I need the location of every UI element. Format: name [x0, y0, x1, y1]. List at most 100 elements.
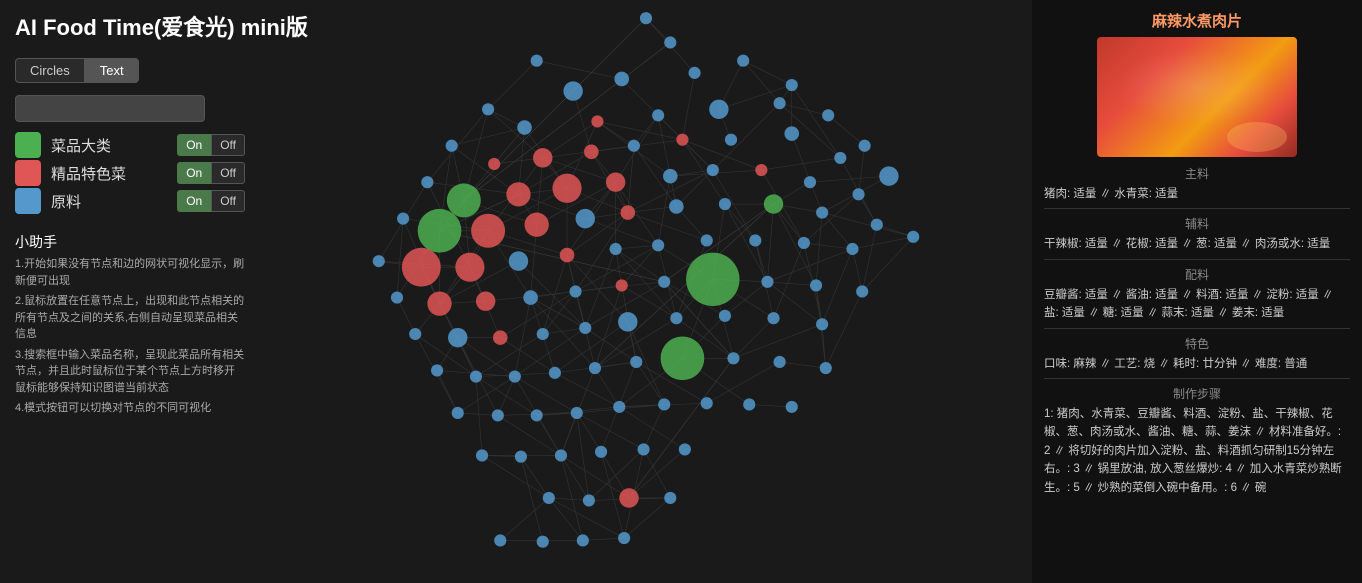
graph-node[interactable] — [517, 120, 532, 135]
graph-node[interactable] — [606, 172, 625, 191]
graph-node[interactable] — [476, 292, 495, 311]
circles-button[interactable]: Circles — [15, 58, 85, 83]
graph-node[interactable] — [533, 148, 552, 167]
graph-node[interactable] — [618, 532, 630, 544]
graph-node[interactable] — [448, 328, 467, 347]
graph-node[interactable] — [749, 234, 761, 246]
graph-node[interactable] — [719, 310, 731, 322]
graph-node[interactable] — [664, 492, 676, 504]
graph-node[interactable] — [852, 188, 864, 200]
graph-node[interactable] — [525, 213, 549, 237]
graph-node[interactable] — [452, 407, 464, 419]
graph-node[interactable] — [552, 174, 581, 203]
graph-node[interactable] — [537, 328, 549, 340]
graph-node[interactable] — [816, 318, 828, 330]
category-on-button[interactable]: On — [177, 134, 211, 156]
graph-node[interactable] — [834, 152, 846, 164]
search-input[interactable] — [15, 95, 205, 122]
graph-node[interactable] — [589, 362, 601, 374]
text-button[interactable]: Text — [85, 58, 139, 83]
graph-node[interactable] — [652, 239, 664, 251]
graph-node[interactable] — [679, 443, 691, 455]
graph-node[interactable] — [591, 115, 603, 127]
graph-node[interactable] — [421, 176, 433, 188]
ingredient-on-button[interactable]: On — [177, 190, 211, 212]
graph-node[interactable] — [761, 276, 773, 288]
graph-node[interactable] — [576, 209, 595, 228]
graph-node[interactable] — [859, 140, 871, 152]
graph-node[interactable] — [707, 164, 719, 176]
graph-node[interactable] — [767, 312, 779, 324]
graph-node[interactable] — [476, 449, 488, 461]
graph-node[interactable] — [628, 140, 640, 152]
graph-node[interactable] — [709, 100, 728, 119]
graph-node[interactable] — [670, 312, 682, 324]
graph-node[interactable] — [563, 81, 582, 100]
graph-node[interactable] — [537, 536, 549, 548]
ingredient-off-button[interactable]: Off — [211, 190, 245, 212]
graph-node[interactable] — [663, 169, 678, 184]
graph-node[interactable] — [614, 72, 629, 87]
graph-node[interactable] — [549, 367, 561, 379]
graph-node[interactable] — [658, 398, 670, 410]
graph-node[interactable] — [595, 446, 607, 458]
graph-node[interactable] — [798, 237, 810, 249]
graph-node[interactable] — [804, 176, 816, 188]
graph-node[interactable] — [669, 199, 684, 214]
graph-node[interactable] — [509, 370, 521, 382]
graph-node[interactable] — [661, 336, 705, 380]
graph-node[interactable] — [543, 492, 555, 504]
graph-node[interactable] — [409, 328, 421, 340]
special-off-button[interactable]: Off — [211, 162, 245, 184]
graph-node[interactable] — [616, 279, 628, 291]
graph-node[interactable] — [397, 213, 409, 225]
graph-node[interactable] — [871, 219, 883, 231]
graph-node[interactable] — [455, 253, 484, 282]
graph-node[interactable] — [471, 214, 505, 248]
graph-node[interactable] — [810, 279, 822, 291]
graph-node[interactable] — [494, 534, 506, 546]
graph-node[interactable] — [719, 198, 731, 210]
graph-node[interactable] — [664, 36, 676, 48]
graph-node[interactable] — [618, 312, 637, 331]
graph-node[interactable] — [784, 126, 799, 141]
graph-node[interactable] — [822, 109, 834, 121]
graph-node[interactable] — [816, 206, 828, 218]
graph-node[interactable] — [820, 362, 832, 374]
graph-node[interactable] — [774, 356, 786, 368]
graph-node[interactable] — [506, 182, 530, 206]
graph-node[interactable] — [610, 243, 622, 255]
graph-node[interactable] — [571, 407, 583, 419]
graph-node[interactable] — [879, 166, 898, 185]
graph-node[interactable] — [640, 12, 652, 24]
graph-node[interactable] — [676, 134, 688, 146]
graph-area[interactable] — [260, 0, 1032, 583]
graph-node[interactable] — [846, 243, 858, 255]
graph-node[interactable] — [658, 276, 670, 288]
graph-node[interactable] — [560, 248, 575, 263]
graph-node[interactable] — [555, 449, 567, 461]
category-off-button[interactable]: Off — [211, 134, 245, 156]
graph-node[interactable] — [620, 205, 635, 220]
special-on-button[interactable]: On — [177, 162, 211, 184]
graph-node[interactable] — [493, 330, 508, 345]
graph-node[interactable] — [764, 194, 783, 213]
graph-node[interactable] — [447, 183, 481, 217]
graph-node[interactable] — [373, 255, 385, 267]
graph-node[interactable] — [689, 67, 701, 79]
graph-node[interactable] — [725, 134, 737, 146]
graph-node[interactable] — [446, 140, 458, 152]
graph-node[interactable] — [583, 494, 595, 506]
graph-node[interactable] — [630, 356, 642, 368]
graph-node[interactable] — [523, 290, 538, 305]
graph-node[interactable] — [402, 248, 441, 287]
graph-node[interactable] — [492, 409, 504, 421]
graph-node[interactable] — [431, 364, 443, 376]
graph-node[interactable] — [637, 443, 649, 455]
graph-node[interactable] — [613, 401, 625, 413]
graph-node[interactable] — [584, 145, 599, 160]
graph-node[interactable] — [515, 451, 527, 463]
graph-node[interactable] — [686, 253, 739, 306]
graph-node[interactable] — [391, 292, 403, 304]
graph-node[interactable] — [701, 397, 713, 409]
